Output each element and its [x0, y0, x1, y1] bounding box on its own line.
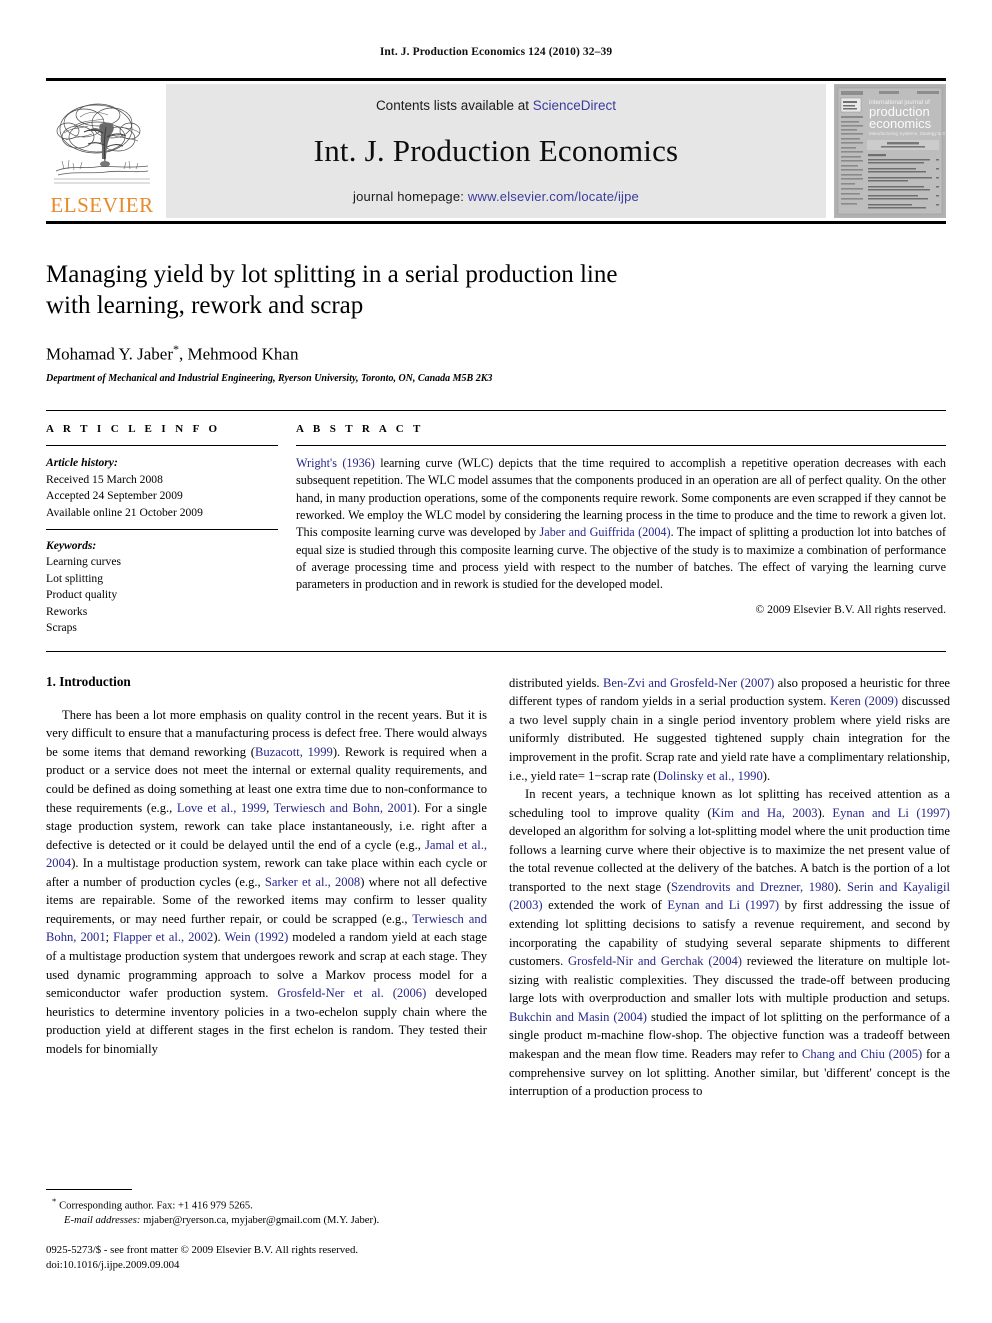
citation-chang-chiu[interactable]: Chang and Chiu (2005) — [802, 1047, 922, 1061]
citation-grosfeld-ner[interactable]: Grosfeld-Ner et al. (2006) — [277, 986, 426, 1000]
paragraph-left-1: There has been a lot more emphasis on qu… — [46, 706, 487, 1059]
imprint-block: 0925-5273/$ - see front matter © 2009 El… — [46, 1243, 487, 1274]
body-column-left: 1. Introduction There has been a lot mor… — [46, 674, 487, 1274]
citation-love[interactable]: Love et al., 1999 — [177, 801, 266, 815]
article-history-accepted: Accepted 24 September 2009 — [46, 489, 183, 503]
citation-buzacott[interactable]: Buzacott, 1999 — [255, 745, 333, 759]
author-affiliation: Department of Mechanical and Industrial … — [46, 373, 493, 385]
body-divider — [46, 650, 946, 652]
running-head: Int. J. Production Economics 124 (2010) … — [379, 46, 613, 58]
article-info-divider — [46, 445, 278, 447]
text-run: distributed yields. — [509, 675, 603, 690]
svg-text:economics: economics — [869, 116, 932, 131]
title-block: Managing yield by lot splitting in a ser… — [46, 224, 946, 384]
article-history-block: Article history: Received 15 March 2008 … — [46, 455, 278, 521]
section-heading-introduction: 1. Introduction — [46, 673, 131, 689]
citation-keren[interactable]: Keren (2009) — [830, 694, 898, 708]
footnote-email-label: E-mail addresses: — [64, 1215, 141, 1227]
body-column-right: distributed yields. Ben-Zvi and Grosfeld… — [509, 674, 950, 1274]
abstract-text: Wright's (1936) learning curve (WLC) dep… — [296, 455, 946, 594]
sciencedirect-link[interactable]: ScienceDirect — [533, 98, 616, 113]
footnote-text: Corresponding author. Fax: +1 416 979 52… — [59, 1200, 253, 1212]
abstract-citation-jaber[interactable]: Jaber and Guiffrida (2004) — [540, 525, 671, 539]
footnote-corresponding-author: * Corresponding author. Fax: +1 416 979 … — [46, 1195, 487, 1214]
text-run: ). — [762, 768, 771, 783]
info-abstract-region: A R T I C L E I N F O Article history: R… — [46, 410, 946, 637]
abstract-citation-wright[interactable]: Wright's (1936) — [296, 456, 375, 470]
abstract-copyright: © 2009 Elsevier B.V. All rights reserved… — [755, 602, 946, 616]
footnote-zone: * Corresponding author. Fax: +1 416 979 … — [46, 1188, 487, 1274]
keywords-heading: Keywords: — [46, 538, 97, 552]
journal-title: Int. J. Production Economics — [313, 133, 679, 168]
homepage-prefix: journal homepage: — [353, 189, 468, 204]
citation-sarker[interactable]: Sarker et al., 2008 — [265, 875, 360, 889]
citation-eynan-li-2[interactable]: Eynan and Li (1997) — [667, 898, 779, 912]
page-title: Managing yield by lot splitting in a ser… — [46, 260, 946, 322]
article-history-online: Available online 21 October 2009 — [46, 505, 203, 519]
text-run: , — [266, 800, 274, 815]
elsevier-wordmark: ELSEVIER — [50, 193, 154, 217]
citation-wein[interactable]: Wein (1992) — [224, 930, 288, 944]
keywords-block: Keywords: Learning curves Lot splitting … — [46, 538, 278, 637]
title-line-2: with learning, rework and scrap — [46, 291, 364, 319]
body-columns: 1. Introduction There has been a lot mor… — [46, 674, 950, 1274]
footnote-emails: E-mail addresses: mjaber@ryerson.ca, myj… — [46, 1214, 487, 1229]
elsevier-logo: ELSEVIER — [46, 84, 158, 218]
abstract-label: A B S T R A C T — [296, 423, 424, 436]
journal-masthead: ELSEVIER Contents lists available at Sci… — [46, 78, 946, 224]
keywords-divider — [46, 528, 278, 530]
paragraph-right-2: In recent years, a technique known as lo… — [509, 785, 950, 1101]
citation-ben-zvi[interactable]: Ben-Zvi and Grosfeld-Ner (2007) — [603, 676, 774, 690]
contents-available-line: Contents lists available at ScienceDirec… — [376, 98, 616, 113]
contents-prefix: Contents lists available at — [375, 98, 533, 113]
citation-bukchin-masin[interactable]: Bukchin and Masin (2004) — [509, 1010, 647, 1024]
keyword-item: Product quality — [46, 588, 118, 602]
footnote-marker: * — [52, 1195, 57, 1206]
issn-line: 0925-5273/$ - see front matter © 2009 El… — [46, 1244, 359, 1257]
text-run: ). — [817, 805, 833, 820]
citation-szendrovits[interactable]: Szendrovits and Drezner, 1980 — [671, 880, 834, 894]
keyword-item: Reworks — [46, 604, 88, 618]
journal-cover-thumbnail: international journal of production econ… — [834, 84, 946, 218]
article-info-column: A R T I C L E I N F O Article history: R… — [46, 423, 278, 637]
article-page: Int. J. Production Economics 124 (2010) … — [0, 0, 992, 1323]
footnote-rule — [46, 1188, 132, 1190]
footnote-email-values[interactable]: mjaber@ryerson.ca, myjaber@gmail.com (M.… — [143, 1215, 379, 1226]
citation-dolinsky[interactable]: Dolinsky et al., 1990 — [657, 769, 762, 783]
citation-flapper[interactable]: Flapper et al., 2002 — [113, 930, 213, 944]
article-history-heading: Article history: — [46, 456, 118, 470]
article-info-label: A R T I C L E I N F O — [46, 423, 221, 436]
keyword-item: Scraps — [46, 621, 77, 635]
text-run: extended the work of — [542, 898, 668, 913]
doi-line[interactable]: doi:10.1016/j.ijpe.2009.09.004 — [46, 1258, 487, 1273]
text-run: ). — [213, 930, 225, 945]
keyword-item: Lot splitting — [46, 571, 104, 585]
title-line-1: Managing yield by lot splitting in a ser… — [46, 261, 618, 288]
text-run: ). — [833, 879, 847, 894]
journal-homepage-link[interactable]: www.elsevier.com/locate/ijpe — [468, 189, 639, 204]
author-secondary: , Mehmood Khan — [179, 344, 299, 364]
author-list: Mohamad Y. Jaber*, Mehmood Khan — [46, 342, 946, 365]
elsevier-tree-icon — [50, 93, 154, 197]
keyword-item: Learning curves — [46, 555, 122, 569]
author-primary: Mohamad Y. Jaber — [46, 344, 174, 364]
citation-terwiesch-bohn[interactable]: Terwiesch and Bohn, 2001 — [274, 801, 413, 815]
journal-homepage-line: journal homepage: www.elsevier.com/locat… — [353, 189, 639, 204]
paragraph-right-1: distributed yields. Ben-Zvi and Grosfeld… — [509, 674, 950, 785]
citation-eynan-li[interactable]: Eynan and Li (1997) — [832, 806, 950, 820]
citation-grosfeld-nir-gerchak[interactable]: Grosfeld-Nir and Gerchak (2004) — [568, 954, 742, 968]
journal-banner: Contents lists available at ScienceDirec… — [166, 84, 826, 218]
abstract-divider — [296, 445, 946, 447]
svg-text:Manufacturing Systems, Strateg: Manufacturing Systems, Strategy & Design — [869, 131, 945, 136]
abstract-column: A B S T R A C T Wright's (1936) learning… — [296, 423, 946, 637]
article-history-received: Received 15 March 2008 — [46, 472, 163, 486]
citation-kim-ha[interactable]: Kim and Ha, 2003 — [712, 806, 818, 820]
